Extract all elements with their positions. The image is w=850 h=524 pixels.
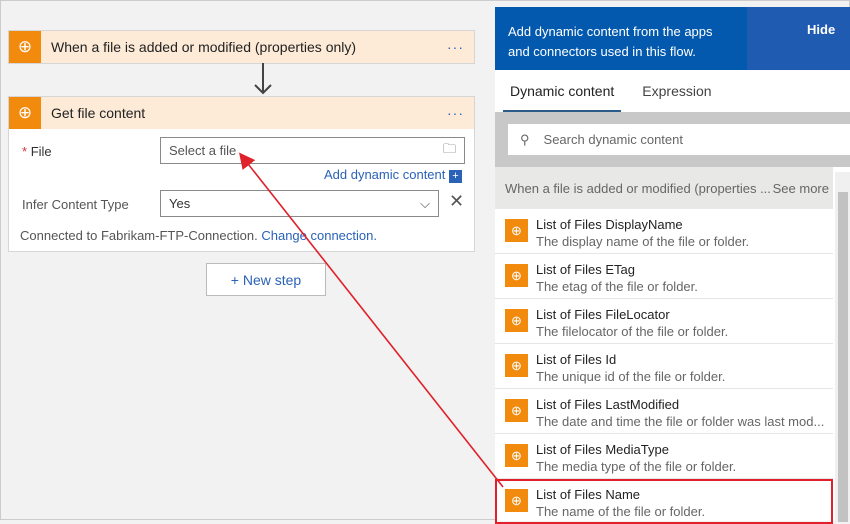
ftp-icon: ⊕ <box>9 97 41 129</box>
change-connection-link[interactable]: Change connection. <box>261 228 377 243</box>
more-options-button[interactable]: ··· <box>447 39 474 55</box>
item-title: List of Files LastModified <box>536 397 680 412</box>
new-step-button[interactable]: + New step <box>206 263 326 296</box>
item-title: List of Files Id <box>536 352 617 367</box>
section-header: When a file is added or modified (proper… <box>505 180 771 196</box>
search-icon: ⚲ <box>520 131 530 147</box>
dynamic-content-item[interactable]: ⊕ List of Files Id The unique id of the fi… <box>495 344 833 389</box>
item-description: The media type of the file or folder. <box>536 459 737 474</box>
tab-dynamic-content[interactable]: Dynamic content <box>503 70 622 112</box>
chevron-down-icon: ⌵ <box>420 195 430 211</box>
ftp-icon: ⊕ <box>505 444 528 467</box>
add-dynamic-content-link[interactable]: Add dynamic content + <box>324 167 462 183</box>
item-description: The filelocator of the file or folder. <box>536 324 729 339</box>
connection-text: Connected to Fabrikam-FTP-Connection. <box>20 228 258 243</box>
file-input[interactable]: Select a file 🗀 <box>160 137 465 164</box>
item-description: The name of the file or folder. <box>536 504 706 519</box>
item-title: List of Files DisplayName <box>536 217 683 232</box>
ftp-icon: ⊕ <box>505 264 528 287</box>
action-card: ⊕ Get file content ··· * File Select a f… <box>8 96 475 252</box>
close-icon[interactable]: ✕ <box>449 191 464 212</box>
dynamic-content-item[interactable]: ⊕ List of Files ETag The etag of the file … <box>495 254 833 299</box>
item-title: List of Files MediaType <box>536 442 669 457</box>
folder-icon[interactable]: 🗀 <box>443 140 464 162</box>
search-input[interactable]: ⚲ Search dynamic content <box>508 124 850 155</box>
item-description: The etag of the file or folder. <box>536 279 698 294</box>
infer-value: Yes <box>169 196 191 211</box>
add-dynamic-label: Add dynamic content <box>323 167 446 182</box>
infer-label: Infer Content Type <box>22 197 129 212</box>
required-mark: * <box>22 144 28 159</box>
trigger-title: When a file is added or modified (proper… <box>51 39 357 55</box>
scrollbar[interactable] <box>835 172 850 522</box>
item-description: The date and time the file or folder was… <box>536 414 825 429</box>
ftp-icon: ⊕ <box>505 489 528 512</box>
dynamic-content-item[interactable]: ⊕ List of Files FileLocator The filelocato… <box>495 299 833 344</box>
item-title: List of Files Name <box>536 487 641 502</box>
item-title: List of Files ETag <box>536 262 635 277</box>
file-placeholder: Select a file <box>169 143 237 158</box>
item-title: List of Files FileLocator <box>536 307 670 322</box>
flow-arrow-icon <box>254 63 272 95</box>
see-more-link[interactable]: See more <box>773 181 833 196</box>
item-description: The unique id of the file or folder. <box>536 369 726 384</box>
ftp-icon: ⊕ <box>505 354 528 377</box>
action-title: Get file content <box>51 105 146 121</box>
dynamic-content-item[interactable]: ⊕ List of Files LastModified The date and … <box>495 389 833 434</box>
dynamic-content-item[interactable]: ⊕ List of Files DisplayName The display na… <box>495 209 833 254</box>
dynamic-content-item[interactable]: ⊕ List of Files Name The name of the file … <box>495 479 833 524</box>
ftp-icon: ⊕ <box>505 399 528 422</box>
infer-select[interactable]: Yes ⌵ <box>160 190 439 217</box>
ftp-icon: ⊕ <box>505 309 528 332</box>
more-options-button[interactable]: ··· <box>447 105 474 121</box>
search-placeholder: Search dynamic content <box>543 132 683 147</box>
plus-icon: + <box>449 170 462 183</box>
trigger-card[interactable]: ⊕ When a file is added or modified (prop… <box>8 30 475 64</box>
item-description: The display name of the file or folder. <box>536 234 750 249</box>
hide-button[interactable]: Hide <box>747 7 850 70</box>
dynamic-content-item[interactable]: ⊕ List of Files MediaType The media type o… <box>495 434 833 479</box>
file-label: File <box>30 144 52 159</box>
panel-message: Add dynamic content from the apps and co… <box>508 24 713 59</box>
ftp-icon: ⊕ <box>505 219 528 242</box>
ftp-icon: ⊕ <box>9 31 41 63</box>
dynamic-content-panel: Add dynamic content from the apps and co… <box>495 7 850 524</box>
scrollbar-thumb[interactable] <box>838 192 848 522</box>
tab-expression[interactable]: Expression <box>635 70 718 112</box>
